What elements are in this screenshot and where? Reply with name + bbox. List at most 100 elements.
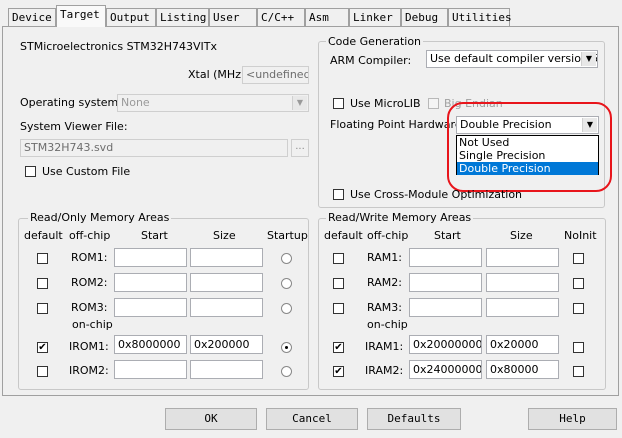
rw-header-offchip: off-chip: [367, 229, 409, 242]
rom2-label: ROM2:: [71, 276, 108, 289]
irom1-default-checkbox[interactable]: ✔: [37, 342, 48, 353]
iram1-start-input[interactable]: 0x20000000: [409, 335, 482, 354]
irom2-size-input[interactable]: [190, 360, 263, 379]
fph-label: Floating Point Hardware:: [330, 118, 466, 131]
use-microlib-checkbox[interactable]: [333, 98, 344, 109]
help-button[interactable]: Help: [528, 408, 617, 430]
svd-browse-button[interactable]: ...: [291, 139, 309, 157]
ro-onchip-label: on-chip: [72, 318, 113, 331]
rw-header-default: default: [324, 229, 363, 242]
iram2-noinit-checkbox[interactable]: [573, 366, 584, 377]
ram3-size-input[interactable]: [486, 298, 559, 317]
check-icon: ✔: [334, 366, 343, 377]
rw-header-noinit: NoInit: [564, 229, 597, 242]
os-label: Operating system:: [20, 96, 122, 109]
ram2-size-input[interactable]: [486, 273, 559, 292]
ro-header-default: default: [24, 229, 63, 242]
irom1-size-input[interactable]: 0x200000: [190, 335, 263, 354]
ram1-default-checkbox[interactable]: [333, 253, 344, 264]
defaults-button[interactable]: Defaults: [367, 408, 461, 430]
iram2-start-input[interactable]: 0x24000000: [409, 360, 482, 379]
xtal-input[interactable]: <undefined>: [242, 66, 309, 84]
rom2-default-checkbox[interactable]: [37, 278, 48, 289]
ram3-start-input[interactable]: [409, 298, 482, 317]
cross-module-checkbox[interactable]: [333, 189, 344, 200]
device-name: STMicroelectronics STM32H743VITx: [20, 40, 218, 53]
rom1-default-checkbox[interactable]: [37, 253, 48, 264]
big-endian-checkbox[interactable]: [428, 98, 439, 109]
ram1-noinit-checkbox[interactable]: [573, 253, 584, 264]
ram2-noinit-checkbox[interactable]: [573, 278, 584, 289]
ram2-default-checkbox[interactable]: [333, 278, 344, 289]
rom1-size-input[interactable]: [190, 248, 263, 267]
ram3-label: RAM3:: [367, 301, 402, 314]
tab-device[interactable]: Device: [8, 8, 56, 26]
rom1-start-input[interactable]: [114, 248, 187, 267]
tab-listing[interactable]: Listing: [156, 8, 209, 26]
ro-header-size: Size: [213, 229, 236, 242]
irom1-startup-radio[interactable]: [281, 342, 292, 353]
ram3-default-checkbox[interactable]: [333, 303, 344, 314]
tab-cpp[interactable]: C/C++: [257, 8, 305, 26]
ram1-start-input[interactable]: [409, 248, 482, 267]
compiler-value: Use default compiler version 5: [430, 52, 598, 65]
tab-output[interactable]: Output: [106, 8, 156, 26]
iram1-noinit-checkbox[interactable]: [573, 342, 584, 353]
ram1-size-input[interactable]: [486, 248, 559, 267]
iram1-label: IRAM1:: [365, 340, 404, 353]
ram2-label: RAM2:: [367, 276, 402, 289]
cross-module-label: Use Cross-Module Optimization: [350, 188, 523, 201]
tab-linker[interactable]: Linker: [349, 8, 401, 26]
xtal-label: Xtal (MHz):: [188, 68, 249, 81]
cancel-button[interactable]: Cancel: [266, 408, 358, 430]
iram2-size-input[interactable]: 0x80000: [486, 360, 559, 379]
tab-utilities[interactable]: Utilities: [448, 8, 512, 26]
rom2-start-input[interactable]: [114, 273, 187, 292]
ram2-start-input[interactable]: [409, 273, 482, 292]
ok-button[interactable]: OK: [165, 408, 257, 430]
iram2-label: IRAM2:: [365, 364, 404, 377]
compiler-select[interactable]: Use default compiler version 5 ▼: [426, 50, 598, 68]
rom2-size-input[interactable]: [190, 273, 263, 292]
iram2-default-checkbox[interactable]: ✔: [333, 366, 344, 377]
irom1-start-input[interactable]: 0x8000000: [114, 335, 187, 354]
rom1-label: ROM1:: [71, 251, 108, 264]
ram3-noinit-checkbox[interactable]: [573, 303, 584, 314]
rom3-default-checkbox[interactable]: [37, 303, 48, 314]
rom3-startup-radio[interactable]: [281, 303, 292, 314]
iram1-default-checkbox[interactable]: ✔: [333, 342, 344, 353]
rom2-startup-radio[interactable]: [281, 278, 292, 289]
os-value: None: [121, 96, 150, 109]
irom2-default-checkbox[interactable]: [37, 366, 48, 377]
rom3-start-input[interactable]: [114, 298, 187, 317]
rom3-size-input[interactable]: [190, 298, 263, 317]
irom2-startup-radio[interactable]: [281, 366, 292, 377]
iram1-size-input[interactable]: 0x20000: [486, 335, 559, 354]
rom3-label: ROM3:: [71, 301, 108, 314]
rw-memory-title: Read/Write Memory Areas: [326, 211, 474, 224]
red-highlight-annotation: [447, 102, 612, 192]
tab-debug[interactable]: Debug: [401, 8, 448, 26]
tab-asm[interactable]: Asm: [305, 8, 349, 26]
irom2-label: IROM2:: [69, 364, 109, 377]
svd-input[interactable]: STM32H743.svd: [20, 139, 288, 157]
use-microlib-label: Use MicroLIB: [350, 97, 421, 110]
irom2-start-input[interactable]: [114, 360, 187, 379]
compiler-label: ARM Compiler:: [330, 54, 412, 67]
ram1-label: RAM1:: [367, 251, 402, 264]
irom1-label: IROM1:: [69, 340, 109, 353]
check-icon: ✔: [38, 342, 47, 353]
rw-header-size: Size: [510, 229, 533, 242]
use-custom-file-checkbox[interactable]: [25, 166, 36, 177]
check-icon: ✔: [334, 342, 343, 353]
os-select[interactable]: None ▼: [117, 94, 309, 112]
ro-memory-title: Read/Only Memory Areas: [28, 211, 172, 224]
use-custom-file-label: Use Custom File: [42, 165, 131, 178]
chevron-down-icon: ▼: [292, 96, 307, 110]
code-generation-title: Code Generation: [326, 35, 424, 48]
tab-user[interactable]: User: [209, 8, 257, 26]
svd-label: System Viewer File:: [20, 120, 128, 133]
rom1-startup-radio[interactable]: [281, 253, 292, 264]
rw-header-start: Start: [434, 229, 461, 242]
tab-target[interactable]: Target: [56, 5, 106, 27]
